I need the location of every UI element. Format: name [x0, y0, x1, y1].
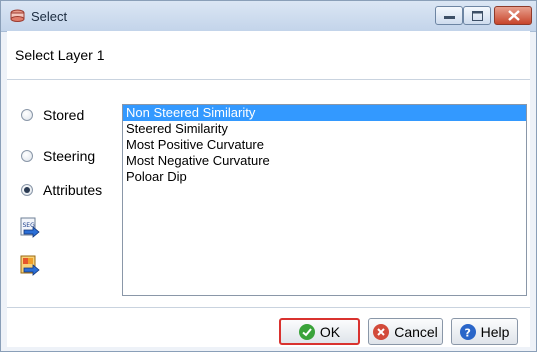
radio-button[interactable] [21, 109, 33, 121]
help-button[interactable]: ? Help [451, 318, 518, 345]
cancel-icon [373, 323, 390, 340]
list-item[interactable]: Non Steered Similarity [123, 105, 526, 121]
radio-button[interactable] [21, 150, 33, 162]
minimize-icon [444, 16, 455, 19]
list-item[interactable]: Steered Similarity [123, 121, 526, 137]
attribute-listbox[interactable]: Non Steered Similarity Steered Similarit… [122, 104, 527, 296]
top-separator [7, 79, 530, 80]
check-icon [298, 323, 315, 340]
maximize-icon [472, 11, 483, 21]
maximize-button[interactable] [463, 6, 491, 25]
radio-button-checked[interactable] [21, 184, 33, 196]
cancel-button-label: Cancel [394, 323, 438, 340]
ok-button-label: OK [319, 323, 341, 340]
select-layer-label: Select Layer 1 [15, 47, 105, 63]
select-dialog-window: Select Select Layer 1 Stored Steering At… [0, 0, 537, 352]
ok-button[interactable]: OK [279, 318, 360, 345]
radio-attributes[interactable]: Attributes [21, 181, 102, 199]
radio-steering[interactable]: Steering [21, 147, 95, 165]
radio-stored-label: Stored [43, 107, 85, 123]
seg-file-import-icon[interactable]: SEG [20, 217, 40, 239]
close-icon [508, 10, 520, 21]
list-item[interactable]: Most Negative Curvature [123, 153, 526, 169]
bottom-separator [7, 307, 530, 308]
cancel-button[interactable]: Cancel [368, 318, 443, 345]
close-button[interactable] [494, 6, 532, 25]
app-icon [10, 9, 25, 22]
list-item[interactable]: Most Positive Curvature [123, 137, 526, 153]
svg-text:?: ? [464, 326, 470, 339]
window-title: Select [31, 9, 68, 24]
radio-stored[interactable]: Stored [21, 106, 84, 124]
color-file-import-icon[interactable] [20, 255, 40, 277]
radio-attributes-label: Attributes [43, 182, 103, 198]
dialog-body: Select Layer 1 Stored Steering Attribute… [7, 31, 530, 347]
title-bar[interactable]: Select [1, 1, 536, 32]
radio-steering-label: Steering [43, 148, 96, 164]
help-icon: ? [459, 323, 476, 340]
minimize-button[interactable] [435, 6, 463, 25]
help-button-label: Help [480, 323, 510, 340]
list-item[interactable]: Poloar Dip [123, 169, 526, 185]
